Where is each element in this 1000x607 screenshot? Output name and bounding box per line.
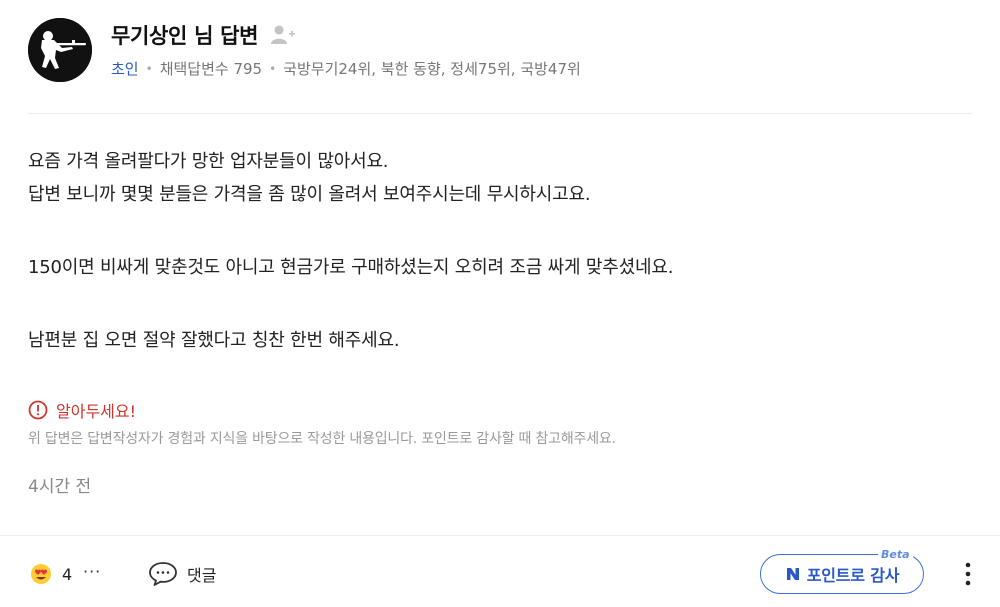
answer-body: 요즘 가격 올려팔다가 망한 업자분들이 많아서요. 답변 보니까 몇몇 분들은… xyxy=(28,145,972,357)
answer-line: 답변 보니까 몇몇 분들은 가격을 좀 많이 올려서 보여주시는데 무시하시고요… xyxy=(28,184,591,205)
author-name-row: 무기상인 님 답변 xyxy=(111,20,296,50)
naver-n-icon xyxy=(786,568,799,580)
vertical-dots-icon[interactable] xyxy=(960,560,976,588)
soldier-silhouette-icon xyxy=(28,18,92,82)
heart-eyes-emoji-icon xyxy=(31,564,51,584)
separator-dot: • xyxy=(269,61,277,76)
answer-header: 무기상인 님 답변 초인 • 채택답변수 795 • 국방무기24위, 북한 동… xyxy=(28,18,972,84)
answer-footer: 4 ··· 댓글 포인트로 감사 Beta xyxy=(0,535,1000,607)
reaction-button[interactable]: 4 xyxy=(30,563,72,585)
header-divider xyxy=(28,113,972,114)
author-name[interactable]: 무기상인 님 답변 xyxy=(111,20,258,50)
point-thanks-label: 포인트로 감사 xyxy=(806,566,900,585)
add-person-icon[interactable] xyxy=(270,24,296,46)
answer-time: 4시간 전 xyxy=(28,477,92,497)
comment-label: 댓글 xyxy=(187,566,217,585)
notice-title: 알아두세요! xyxy=(56,402,137,421)
answer-line: 남편분 집 오면 절약 잘했다고 칭찬 한번 해주세요. xyxy=(28,330,400,351)
answer-line: 요즘 가격 올려팔다가 망한 업자분들이 많아서요. xyxy=(28,151,389,172)
reaction-count: 4 xyxy=(62,564,73,584)
exclamation-circle-icon xyxy=(28,400,48,420)
author-ranks: 국방무기24위, 북한 동향, 정세75위, 국방47위 xyxy=(283,60,581,78)
more-reactions-button[interactable]: ··· xyxy=(83,562,101,581)
answer-line: 150이면 비싸게 맞춘것도 아니고 현금가로 구매하셨는지 오히려 조금 싸게… xyxy=(28,257,674,278)
notice-header: 알아두세요! xyxy=(28,398,136,422)
comment-button[interactable]: 댓글 xyxy=(148,561,216,587)
author-grade[interactable]: 초인 xyxy=(111,58,139,79)
adopted-count: 채택답변수 795 xyxy=(159,60,263,78)
author-meta: 초인 • 채택답변수 795 • 국방무기24위, 북한 동향, 정세75위, … xyxy=(111,58,581,79)
speech-bubble-icon xyxy=(149,562,177,586)
separator-dot: • xyxy=(145,61,153,76)
author-avatar[interactable] xyxy=(28,18,92,82)
notice-description: 위 답변은 답변작성자가 경험과 지식을 바탕으로 작성한 내용입니다. 포인트… xyxy=(28,431,616,447)
beta-badge: Beta xyxy=(878,548,913,561)
